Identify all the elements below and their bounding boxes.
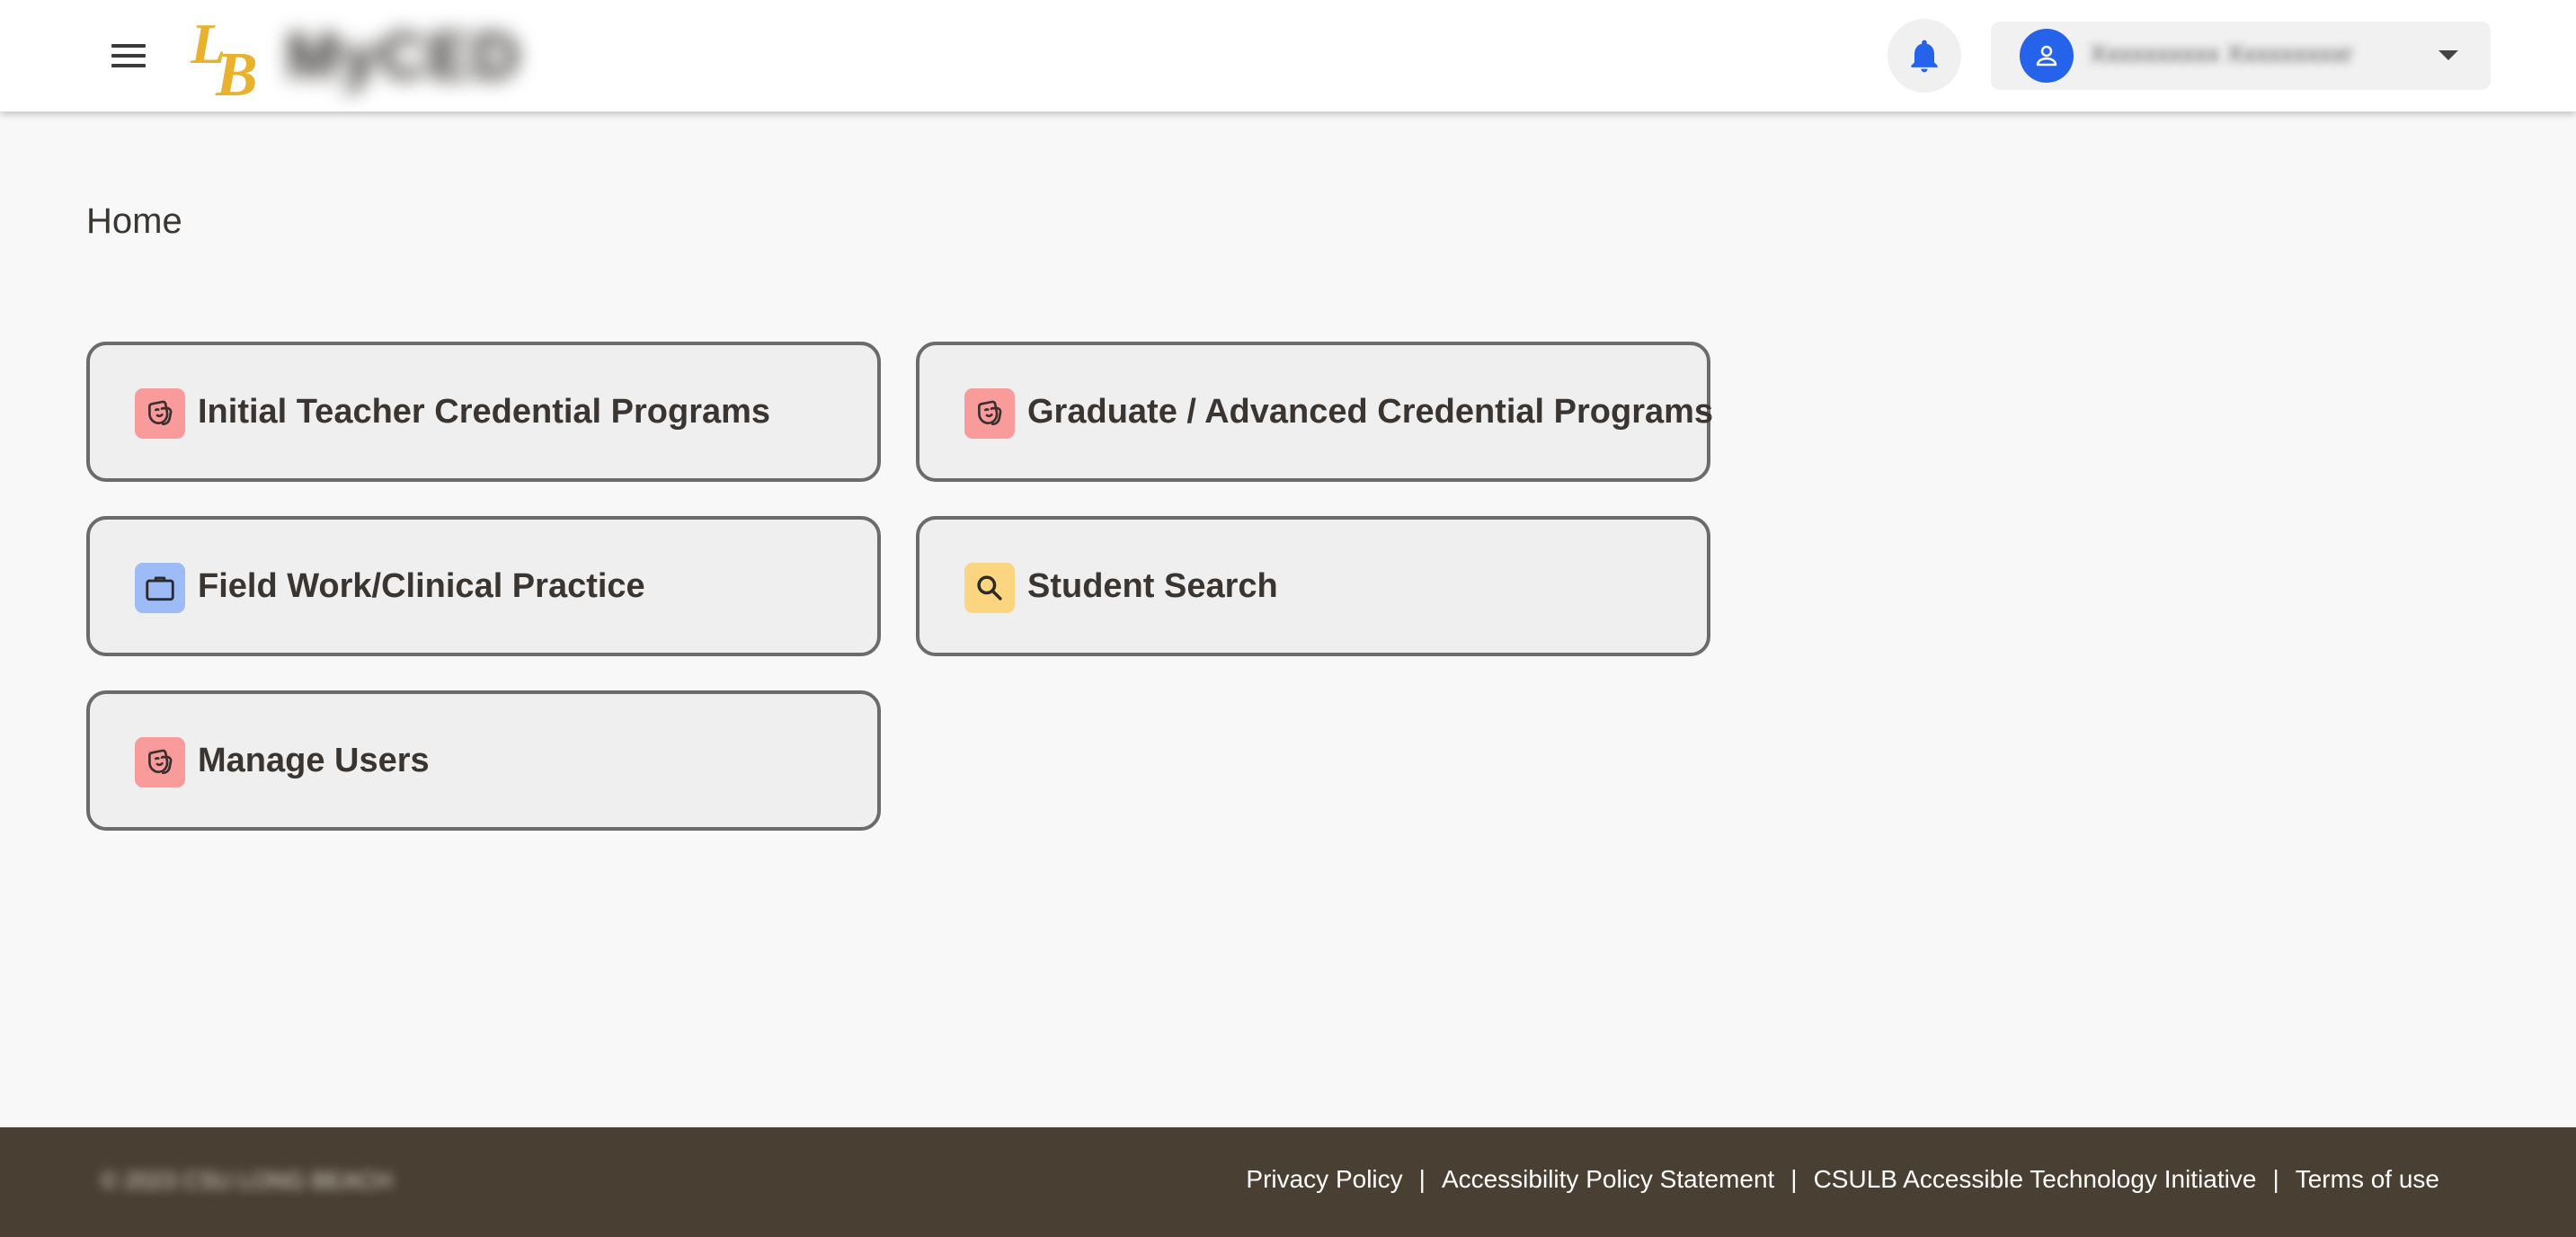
link-separator: | xyxy=(2272,1165,2279,1193)
notifications-button[interactable] xyxy=(1888,19,1961,93)
terms-of-use-link[interactable]: Terms of use xyxy=(2296,1165,2439,1194)
caret-down-icon[interactable] xyxy=(2438,50,2458,60)
card-field-work-clinical-practice[interactable]: Field Work/Clinical Practice xyxy=(86,516,881,656)
accessibility-policy-link[interactable]: Accessibility Policy Statement xyxy=(1442,1165,1774,1194)
accessible-technology-link[interactable]: CSULB Accessible Technology Initiative xyxy=(1814,1165,2257,1194)
footer-links: Privacy Policy | Accessibility Policy St… xyxy=(1246,1165,2439,1194)
csulb-logo[interactable]: L B xyxy=(189,7,268,102)
card-graduate-advanced-credential-programs[interactable]: Graduate / Advanced Credential Programs xyxy=(916,342,1714,482)
card-label: Initial Teacher Credential Programs xyxy=(198,393,771,431)
briefcase-icon xyxy=(135,563,185,613)
theater-masks-icon xyxy=(135,388,185,439)
user-name: Xxxxxxxxxx Xxxxxxxxxr xyxy=(2090,40,2353,67)
link-separator: | xyxy=(1790,1165,1798,1193)
copyright-text: © 2023 CSU LONG BEACH xyxy=(101,1167,393,1194)
avatar xyxy=(2020,29,2074,83)
page-title: Home xyxy=(86,201,182,241)
privacy-policy-link[interactable]: Privacy Policy xyxy=(1246,1165,1402,1194)
card-manage-users[interactable]: Manage Users xyxy=(86,690,881,831)
card-label: Student Search xyxy=(1027,567,1278,605)
person-icon xyxy=(2036,45,2057,67)
card-label: Manage Users xyxy=(198,742,430,779)
footer: © 2023 CSU LONG BEACH Privacy Policy | A… xyxy=(0,1127,2576,1237)
svg-text:B: B xyxy=(215,40,258,102)
card-initial-teacher-credential-programs[interactable]: Initial Teacher Credential Programs xyxy=(86,342,881,482)
app-title: MyCED xyxy=(286,21,522,93)
card-student-search[interactable]: Student Search xyxy=(916,516,1710,656)
theater-masks-icon xyxy=(964,388,1015,439)
hamburger-menu-icon[interactable] xyxy=(106,34,151,77)
theater-masks-icon xyxy=(135,737,185,788)
card-label: Graduate / Advanced Credential Programs xyxy=(1027,393,1714,431)
top-app-bar: L B MyCED Xxxxxxxxxx Xxxxxxxxxr xyxy=(0,0,2576,111)
user-account-menu[interactable]: Xxxxxxxxxx Xxxxxxxxxr xyxy=(1991,22,2491,90)
card-label: Field Work/Clinical Practice xyxy=(198,567,645,605)
bell-icon xyxy=(1911,40,1938,73)
link-separator: | xyxy=(1418,1165,1426,1193)
search-icon xyxy=(964,563,1015,613)
